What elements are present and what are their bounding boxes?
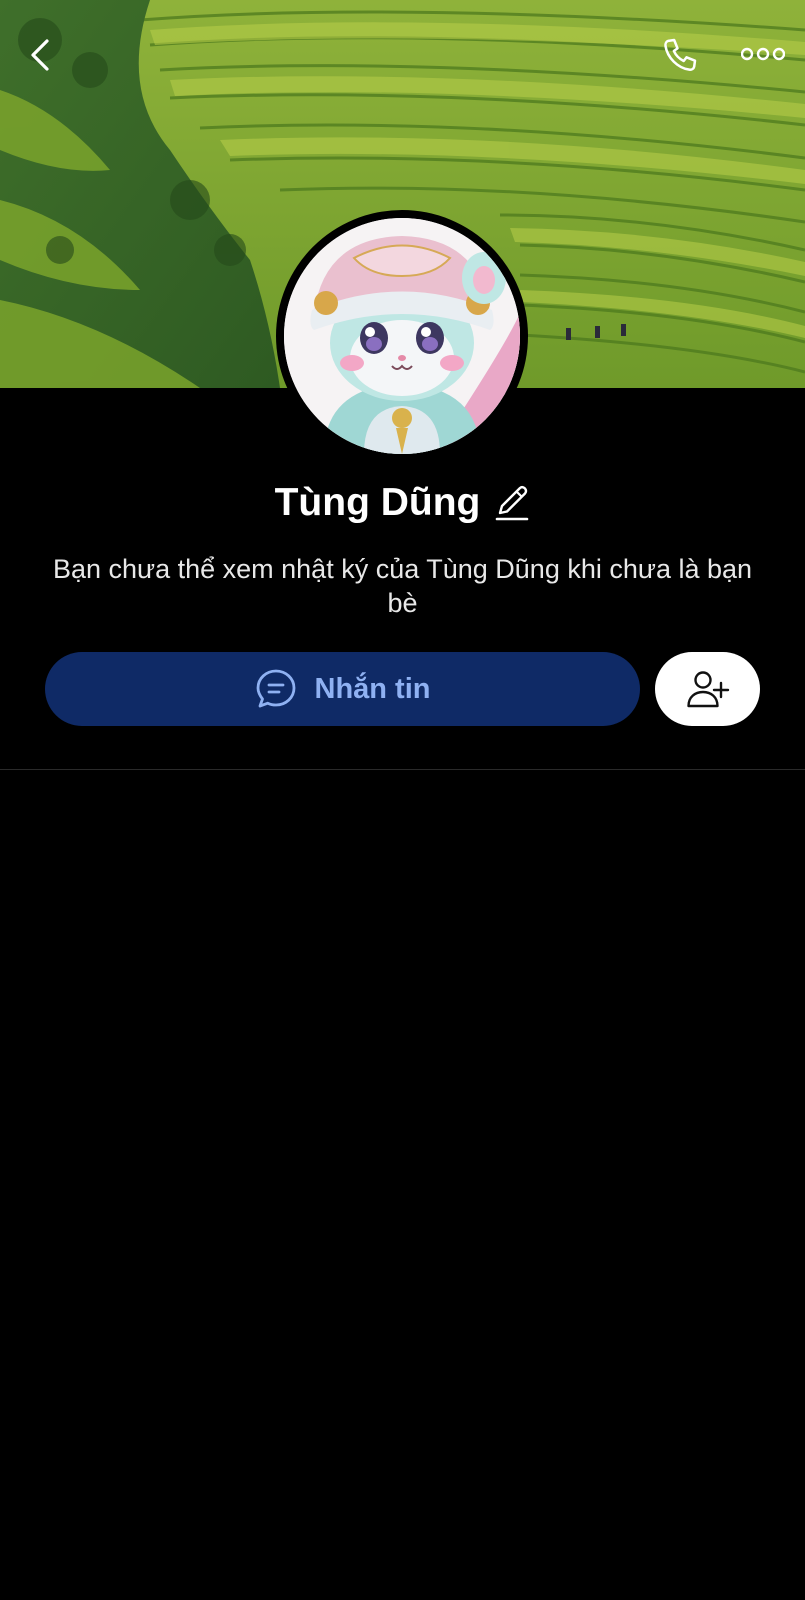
pencil-icon	[496, 485, 529, 521]
edit-name-button[interactable]	[494, 483, 530, 523]
more-horizontal-icon	[741, 47, 785, 61]
chat-bubble-icon	[256, 669, 295, 708]
add-user-icon	[686, 671, 729, 708]
profile-name: Tùng Dũng	[274, 481, 481, 524]
profile-screen: Tùng Dũng Bạn chưa thể xem nhật ký của T…	[0, 0, 805, 1600]
avatar-image	[284, 218, 520, 454]
add-friend-button[interactable]	[655, 652, 760, 726]
call-button[interactable]	[655, 30, 705, 80]
section-divider	[0, 769, 805, 770]
profile-name-row: Tùng Dũng	[0, 478, 805, 528]
back-button[interactable]	[18, 30, 62, 80]
message-button-label: Nhắn tin	[314, 672, 431, 705]
chevron-left-icon	[31, 39, 49, 71]
message-button[interactable]: Nhắn tin	[45, 652, 640, 726]
more-button[interactable]	[738, 32, 788, 76]
avatar[interactable]	[284, 218, 520, 454]
phone-icon	[664, 38, 697, 71]
friend-only-notice: Bạn chưa thể xem nhật ký của Tùng Dũng k…	[52, 554, 753, 618]
